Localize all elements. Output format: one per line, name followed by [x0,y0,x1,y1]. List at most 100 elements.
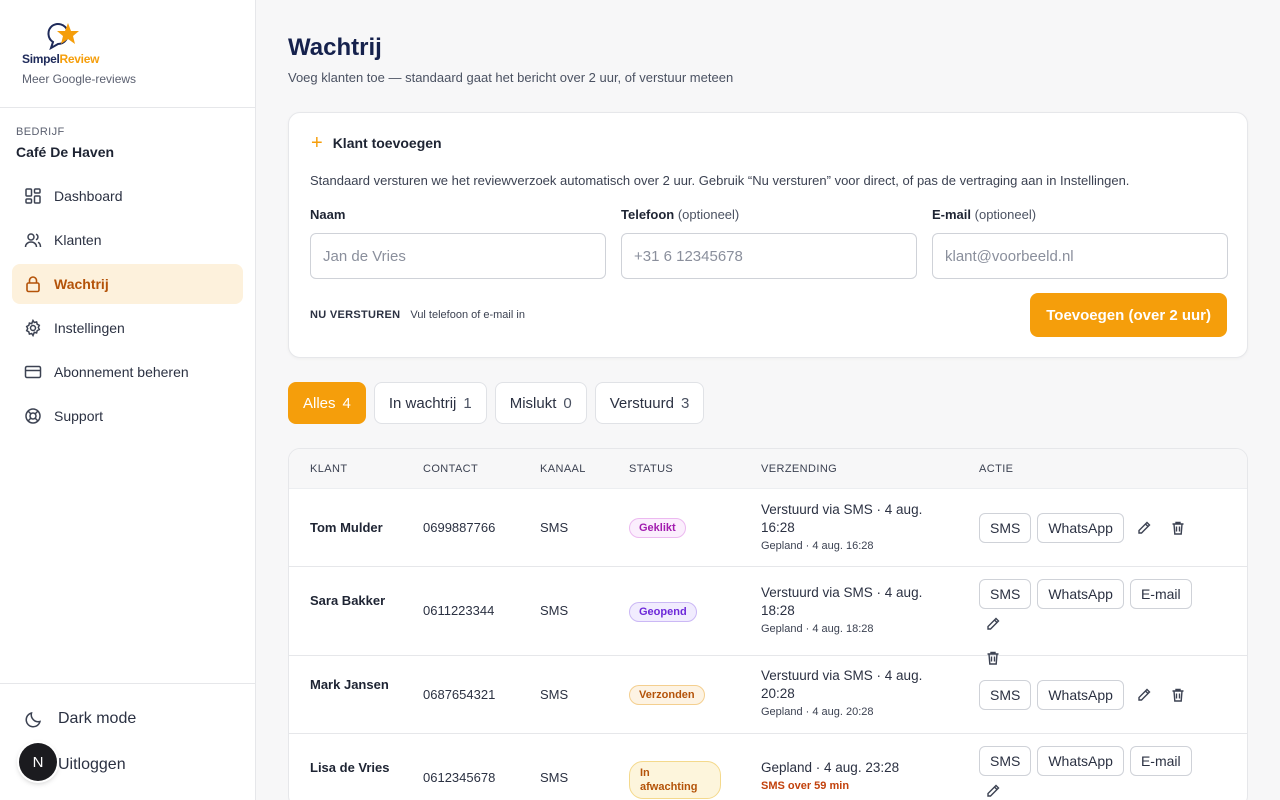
edit-icon[interactable] [1130,680,1158,710]
customer-channel: SMS [540,770,569,785]
sidebar-item-wachtrij[interactable]: Wachtrij [12,264,243,304]
sidebar-item-label: Abonnement beheren [54,364,189,380]
logo[interactable]: SimpelReview [22,22,112,66]
tagline: Meer Google-reviews [22,72,137,86]
customer-channel: SMS [540,520,569,535]
logo-star-icon [47,23,79,50]
send-sms-button[interactable]: SMS [979,513,1032,543]
moon-icon [25,711,42,728]
shipping-info: Verstuurd via SMS · 4 aug. 18:28 Gepland… [761,584,951,635]
tab-alles[interactable]: Alles 4 [288,382,366,424]
dark-mode-toggle[interactable]: Dark mode [12,696,243,742]
shipping-sub: Gepland · 4 aug. 16:28 [761,540,874,552]
company-block: BEDRIJF Café De Haven [0,108,255,160]
customer-name: Tom Mulder [310,520,383,535]
shipping-main: Gepland · 4 aug. 23:28 [761,760,900,775]
send-now-hint: Vul telefoon of e-mail in [410,309,525,321]
logout-label: Uitloggen [58,756,126,773]
sidebar-item-label: Instellingen [54,320,125,336]
name-label: Naam [310,207,346,222]
send-whatsapp-button[interactable]: WhatsApp [1037,579,1124,609]
add-customer-title: Klant toevoegen [332,135,442,151]
status-badge: Geopend [629,602,697,622]
customer-contact: 0611223344 [423,603,495,618]
shipping-info: Gepland · 4 aug. 23:28 SMS over 59 min [761,759,951,792]
gear-icon [25,319,41,337]
shipping-sub: Gepland · 4 aug. 20:28 [761,706,874,718]
send-email-button[interactable]: E-mail [1129,579,1192,609]
customer-channel: SMS [540,603,569,618]
sidebar-item-support[interactable]: Support [12,396,243,436]
plus-icon: + [311,132,323,154]
company-name: Café De Haven [16,144,115,160]
header-actie: ACTIE [979,463,1014,475]
send-now-button[interactable]: NU VERSTUREN [310,309,400,321]
queue-table: KLANT CONTACT KANAAL STATUS VERZENDING A… [288,448,1248,800]
brand: SimpelReview Meer Google-reviews [0,0,255,108]
edit-icon[interactable] [1130,513,1158,543]
edit-icon[interactable] [979,609,1007,639]
email-input[interactable] [932,233,1228,279]
dashboard-icon [25,188,41,204]
send-email-button[interactable]: E-mail [1129,746,1192,776]
tab-verstuurd[interactable]: Verstuurd 3 [594,382,705,424]
credit-card-icon [24,365,42,379]
customer-contact: 0687654321 [423,687,496,702]
table-row: Tom Mulder 0699887766 SMS Geklikt Verstu… [289,489,1247,567]
name-field: Naam [310,207,606,279]
send-whatsapp-button[interactable]: WhatsApp [1037,746,1124,776]
sidebar: SimpelReview Meer Google-reviews BEDRIJF… [0,0,256,800]
table-row: Lisa de Vries 0612345678 SMS In afwachti… [289,734,1247,800]
row-actions: SMS WhatsApp [979,680,1229,710]
avatar[interactable]: N [19,743,57,781]
send-whatsapp-button[interactable]: WhatsApp [1037,680,1124,710]
add-customer-header: + Klant toevoegen [311,132,442,154]
sidebar-nav: Dashboard Klanten Wachtrij Instellingen … [0,176,255,436]
send-whatsapp-button[interactable]: WhatsApp [1037,513,1124,543]
logo-wordmark: SimpelReview [22,52,100,66]
customer-contact: 0612345678 [423,770,496,785]
status-badge: In afwachting [629,761,721,799]
phone-field: Telefoon (optioneel) [621,207,917,279]
tab-in-wachtrij[interactable]: In wachtrij 1 [373,382,487,424]
tab-mislukt[interactable]: Mislukt 0 [494,382,587,424]
shipping-countdown: SMS over 59 min [761,780,850,792]
name-input[interactable] [310,233,606,279]
trash-icon[interactable] [1164,680,1192,710]
send-now-row: NU VERSTUREN Vul telefoon of e-mail in [310,309,525,321]
header-klant: KLANT [310,463,348,475]
add-customer-card: + Klant toevoegen Standaard versturen we… [288,112,1248,358]
table-row: Mark Jansen 0687654321 SMS Verzonden Ver… [289,656,1247,734]
sidebar-item-dashboard[interactable]: Dashboard [12,176,243,216]
company-label: BEDRIJF [16,126,65,138]
row-actions: SMS WhatsApp E-mail [979,746,1229,800]
dark-mode-label: Dark mode [58,710,137,727]
header-verzending: VERZENDING [761,463,838,475]
table-header: KLANT CONTACT KANAAL STATUS VERZENDING A… [289,449,1247,489]
sidebar-item-abonnement[interactable]: Abonnement beheren [12,352,243,392]
send-sms-button[interactable]: SMS [979,746,1032,776]
sidebar-item-label: Wachtrij [54,276,109,292]
header-status: STATUS [629,463,674,475]
send-sms-button[interactable]: SMS [979,579,1032,609]
shipping-sub: Gepland · 4 aug. 18:28 [761,623,874,635]
phone-input[interactable] [621,233,917,279]
email-field: E-mail (optioneel) [932,207,1228,279]
sidebar-item-instellingen[interactable]: Instellingen [12,308,243,348]
sidebar-item-klanten[interactable]: Klanten [12,220,243,260]
add-customer-description: Standaard versturen we het reviewverzoek… [310,173,1130,188]
sidebar-item-label: Support [54,408,104,424]
add-customer-button[interactable]: Toevoegen (over 2 uur) [1030,293,1227,337]
shipping-main: Verstuurd via SMS · 4 aug. 18:28 [761,585,923,618]
sidebar-item-label: Klanten [54,232,102,248]
header-kanaal: KANAAL [540,463,586,475]
trash-icon[interactable] [1164,513,1192,543]
edit-icon[interactable] [979,776,1007,800]
email-label: E-mail (optioneel) [932,207,1037,222]
send-sms-button[interactable]: SMS [979,680,1032,710]
sidebar-item-label: Dashboard [54,188,123,204]
row-actions: SMS WhatsApp [979,513,1229,543]
customer-name: Mark Jansen [310,677,389,692]
customer-name: Lisa de Vries [310,760,390,775]
header-contact: CONTACT [423,463,479,475]
